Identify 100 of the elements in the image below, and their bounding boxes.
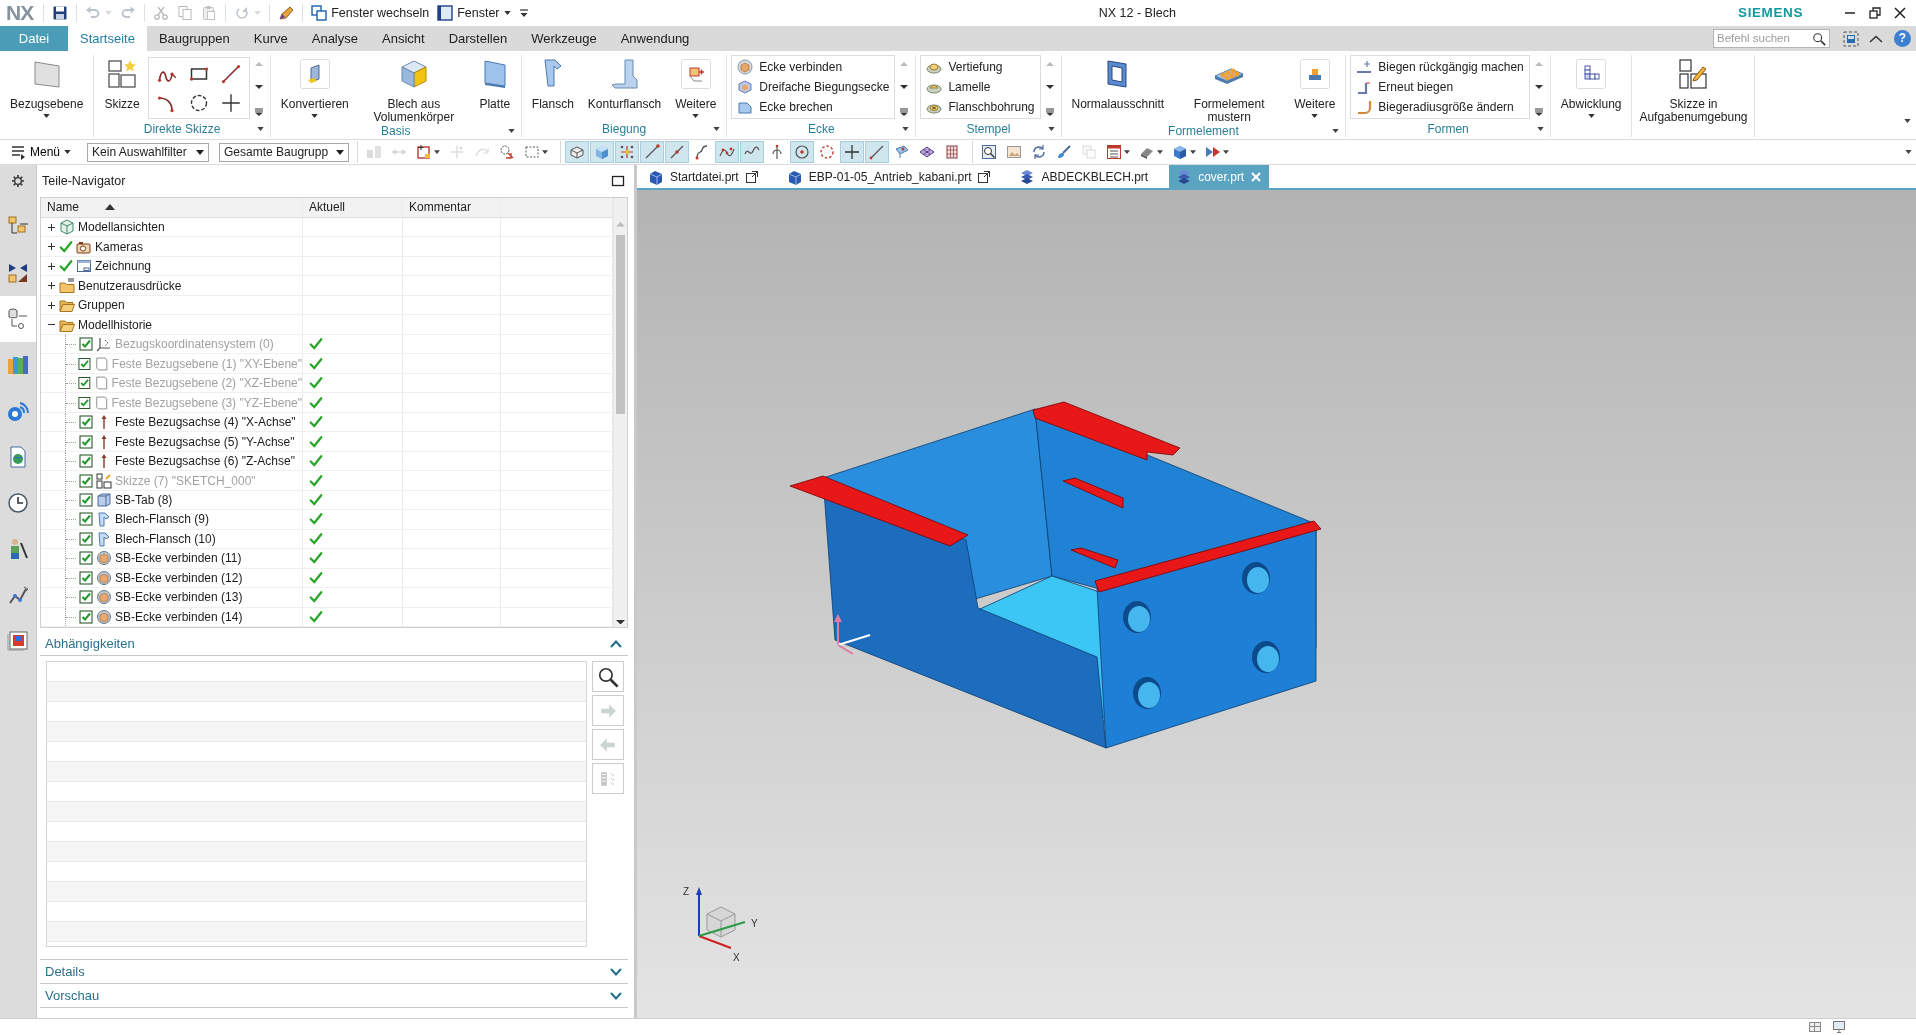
grid-status-icon[interactable] — [1808, 1020, 1822, 1034]
maximize-icon[interactable] — [611, 174, 625, 188]
ribbon-command[interactable]: Erneut biegen — [1356, 78, 1524, 96]
scroll-down-icon[interactable] — [1045, 85, 1054, 89]
checkbox[interactable] — [79, 570, 93, 585]
checkbox[interactable] — [78, 356, 92, 371]
toolbar-button[interactable] — [715, 141, 740, 163]
checkbox[interactable] — [79, 531, 93, 546]
ribbon-command[interactable]: Ecke verbinden — [737, 58, 890, 76]
gallery-expand-icon[interactable] — [1045, 108, 1054, 116]
popout-icon[interactable] — [977, 169, 992, 184]
ribbon-button[interactable]: Konvertieren — [274, 55, 355, 118]
ribbon-command[interactable]: Vertiefung — [926, 58, 1035, 76]
tree-node-label[interactable]: Blech-Flansch (10) — [115, 529, 216, 548]
tree-node-label[interactable]: Gruppen — [78, 296, 125, 315]
tree-node-label[interactable]: Blech-Flansch (9) — [115, 510, 210, 529]
selection-filter-dropdown[interactable]: Kein Auswahlfilter — [87, 142, 210, 162]
ribbon-button[interactable]: Skizze in Aufgabenumgebung — [1636, 55, 1751, 124]
checkbox[interactable] — [79, 512, 93, 527]
tree-node-label[interactable]: SB-Ecke verbinden (13) — [115, 588, 243, 607]
tree-node-label[interactable]: Modellhistorie — [78, 315, 153, 334]
monitor-status-icon[interactable] — [1832, 1020, 1846, 1034]
checkbox[interactable] — [79, 337, 93, 352]
ribbon-button[interactable]: Weitere — [1288, 55, 1342, 118]
plus-point-icon[interactable] — [220, 92, 241, 113]
checkbox[interactable] — [79, 473, 93, 488]
tree-node-label[interactable]: SB-Ecke verbinden (11) — [115, 549, 242, 568]
tree-node-label[interactable]: Kameras — [95, 237, 144, 256]
tree-node-label[interactable]: Zeichnung — [95, 257, 152, 276]
plus-icon[interactable] — [47, 261, 56, 271]
ribbon-tab[interactable]: Baugruppen — [146, 26, 242, 51]
ribbon-command[interactable]: Biegeradiusgröße ändern — [1356, 98, 1524, 116]
plus-icon[interactable] — [47, 242, 56, 252]
gallery-expand-icon[interactable] — [900, 108, 909, 116]
minus-icon[interactable] — [47, 323, 56, 327]
checkbox[interactable] — [79, 454, 93, 469]
switch-window-button[interactable]: Fenster wechseln — [308, 2, 433, 24]
plus-icon[interactable] — [47, 222, 56, 232]
tree-node-label[interactable]: SB-Ecke verbinden (12) — [115, 568, 243, 587]
help-button[interactable]: ? — [1894, 30, 1911, 47]
ribbon-button[interactable]: Normalausschnitt — [1065, 55, 1171, 111]
checkbox[interactable] — [79, 609, 93, 624]
ribbon-button[interactable]: Blech aus Volumenkörper — [356, 55, 471, 124]
scroll-down-icon[interactable] — [254, 85, 263, 89]
column-header[interactable]: Name — [41, 198, 303, 217]
toolbar-button[interactable] — [740, 141, 765, 163]
toolbar-button[interactable] — [665, 141, 690, 163]
checkbox[interactable] — [79, 415, 93, 430]
close-icon[interactable] — [1250, 170, 1263, 183]
tree-node-label[interactable]: Modellansichten — [78, 218, 165, 237]
checkbox[interactable] — [79, 590, 93, 605]
ribbon-button[interactable]: Weitere — [669, 55, 723, 118]
ribbon-button[interactable]: Flansch — [525, 55, 580, 111]
scroll-down-icon[interactable] — [1534, 85, 1543, 89]
plus-icon[interactable] — [47, 300, 56, 310]
ribbon-tab[interactable]: Werkzeuge — [519, 26, 609, 51]
ribbon-tab[interactable]: Startseite — [68, 26, 147, 51]
checkbox[interactable] — [78, 395, 91, 410]
toolbar-button[interactable] — [865, 141, 890, 163]
command-search-field[interactable]: Befehl suchen — [1717, 29, 1812, 48]
checkbox[interactable] — [79, 551, 93, 566]
ribbon-command[interactable]: Lamelle — [926, 78, 1035, 96]
toolbar-button[interactable] — [615, 141, 640, 163]
ribbon-button[interactable]: Bezugsebene — [4, 55, 90, 118]
toolbar-button[interactable] — [565, 141, 590, 163]
ribbon-command[interactable]: Flanschbohrung — [926, 98, 1035, 116]
ribbon-button[interactable]: Platte — [472, 55, 517, 111]
tree-node-label[interactable]: Feste Bezugsachse (4) "X-Achse" — [115, 413, 296, 432]
document-tab[interactable]: ABDECKBLECH.prt — [1012, 165, 1156, 188]
gallery-expand-icon[interactable] — [254, 108, 263, 116]
plus-icon[interactable] — [47, 281, 56, 291]
tree-node-label[interactable]: Feste Bezugsachse (5) "Y-Achse" — [115, 432, 295, 451]
column-header[interactable]: Kommentar — [403, 198, 501, 217]
ribbon-tab[interactable]: Analyse — [299, 26, 370, 51]
toolbar-button[interactable] — [790, 141, 815, 163]
scope-dropdown[interactable]: Gesamte Baugrupp — [219, 142, 350, 162]
column-header[interactable]: Aktuell — [303, 198, 403, 217]
popout-icon[interactable] — [744, 169, 759, 184]
scroll-down-icon[interactable] — [616, 619, 625, 624]
checkbox[interactable] — [79, 434, 93, 449]
line-icon[interactable] — [220, 63, 241, 84]
ribbon-button[interactable]: Skizze — [98, 55, 146, 111]
ribbon-tab[interactable]: Anwendung — [608, 26, 702, 51]
window-menu-button[interactable]: Fenster — [434, 2, 514, 24]
ribbon-command[interactable]: Ecke brechen — [737, 98, 890, 116]
ribbon-command[interactable]: Biegen rückgängig machen — [1356, 58, 1524, 76]
search-button[interactable] — [592, 661, 624, 692]
ribbon-button[interactable]: Formelement mustern — [1172, 55, 1287, 124]
checkbox[interactable] — [79, 493, 93, 507]
tree-node-label[interactable]: SB-Tab (8) — [115, 491, 173, 509]
scrollbar-thumb[interactable] — [616, 234, 625, 414]
ribbon-button[interactable]: Abwicklung — [1554, 55, 1628, 118]
command-search-box[interactable]: Befehl suchen — [1713, 29, 1830, 48]
ribbon-tab[interactable]: Kurve — [241, 26, 300, 51]
ribbon-tab[interactable]: Ansicht — [370, 26, 437, 51]
tree-node-label[interactable]: Feste Bezugsachse (6) "Z-Achse" — [115, 452, 295, 471]
scrollbar[interactable] — [613, 198, 627, 627]
checkbox[interactable] — [78, 376, 91, 391]
document-tab[interactable]: EBP-01-05_Antrieb_kabani.prt — [779, 165, 999, 188]
tree-node-label[interactable]: Benutzerausdrücke — [78, 276, 182, 295]
